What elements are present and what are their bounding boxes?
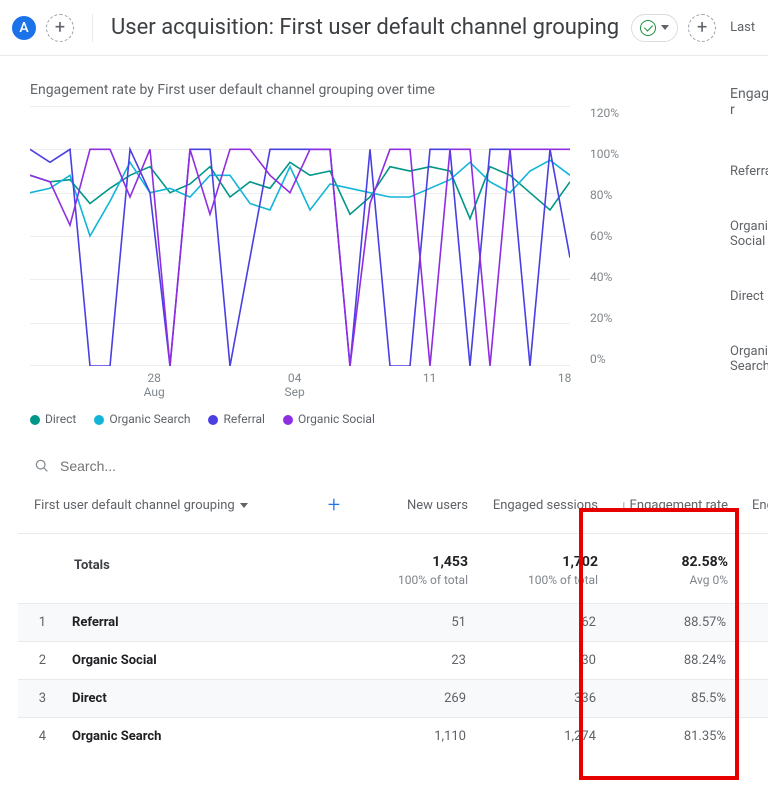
legend-item[interactable]: Organic Social [283,412,375,426]
totals-label: Totals [20,554,320,573]
totals-row: Totals 1,453100% of total 1,702100% of t… [18,534,768,603]
add-comparison-button[interactable]: + [46,14,74,42]
caret-down-icon [661,25,669,30]
report-card: Engagement rate by First user default ch… [18,74,768,755]
caret-down-icon [240,503,248,508]
column-header-overflow[interactable]: Enga [738,498,768,513]
side-legend: Engagement r Referral Organic Social Dir… [730,86,768,414]
add-button[interactable]: + [688,14,716,42]
data-table: First user default channel grouping + Ne… [18,481,768,755]
table-row[interactable]: 2Organic Social233088.24% [18,641,768,679]
dimension-header[interactable]: First user default channel grouping [20,498,320,513]
date-range-hint[interactable]: Last [730,20,755,35]
search-icon [34,458,50,474]
add-dimension-button[interactable]: + [320,491,348,519]
table-row[interactable]: 4Organic Search1,1101,27481.35% [18,717,768,755]
line-chart[interactable]: 120%100%80%60%40%20%0% 28Aug04Sep1118 [30,106,570,396]
status-dropdown[interactable] [631,14,678,42]
table-row[interactable]: 3Direct26933685.5% [18,679,768,717]
y-axis: 120%100%80%60%40%20%0% [590,106,619,366]
divider [92,14,93,42]
legend-item[interactable]: Organic Search [94,412,190,426]
chart-lines [30,106,570,366]
legend-item[interactable]: Referral [208,412,265,426]
column-header-engagement-rate[interactable]: ↓ Engagement rate [608,497,738,514]
avatar[interactable]: A [12,16,36,40]
chart-title: Engagement rate by First user default ch… [18,74,768,106]
sort-descending-icon: ↓ [621,497,628,514]
column-header-engaged-sessions[interactable]: Engaged sessions [478,498,608,513]
column-header-new-users[interactable]: New users [348,498,478,513]
legend-item[interactable]: Direct [30,412,76,426]
table-row[interactable]: 1Referral516288.57% [18,603,768,641]
check-circle-icon [640,20,656,36]
search-input[interactable] [60,458,260,474]
chart-legend: Direct Organic Search Referral Organic Soci… [18,396,768,434]
x-axis: 28Aug04Sep1118 [30,371,570,399]
page-title: User acquisition: First user default cha… [111,15,619,40]
